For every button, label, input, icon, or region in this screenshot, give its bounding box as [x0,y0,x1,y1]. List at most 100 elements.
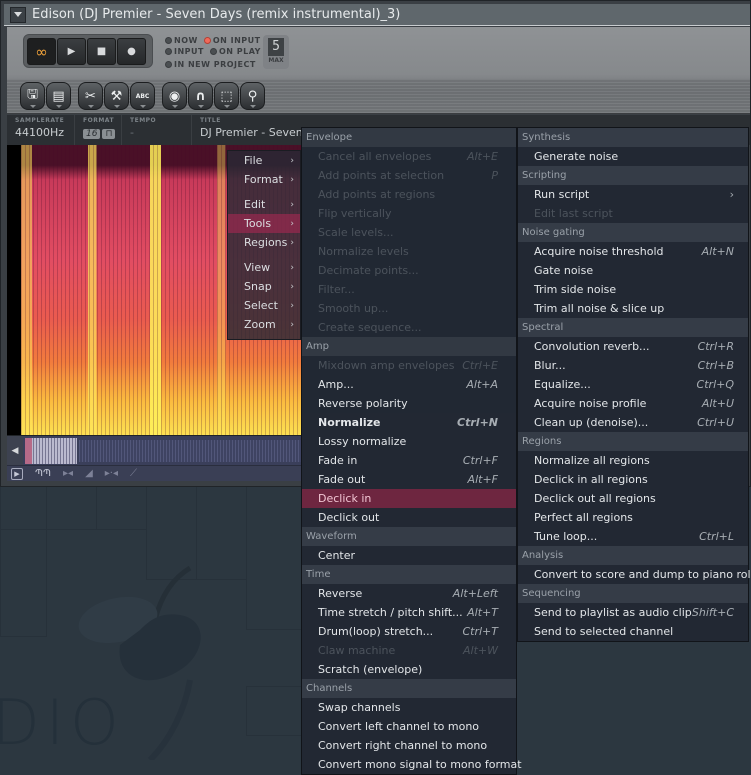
menu-item-cancel-all-envelopes: Cancel all envelopes Alt+E [302,147,516,166]
menu-item-label: Convert to score and dump to piano roll [534,568,751,581]
save-button[interactable]: 🖫 [20,82,45,110]
menu-item-format[interactable]: Format › [228,170,300,189]
record-button[interactable]: ● [117,38,146,65]
menu-item-edit[interactable]: Edit › [228,195,300,214]
menu-item-label: Equalize... [534,378,591,391]
menu-item-label: Create sequence... [318,321,422,334]
menu-item-run-script[interactable]: Run script › [518,185,748,204]
menu-item-normalize[interactable]: Normalize Ctrl+N [302,413,516,432]
max-recordings-control[interactable]: 5 MAX [263,35,289,69]
samplerate-label: SAMPLERATE [15,117,65,124]
menu-item-select[interactable]: Select › [228,296,300,315]
file-button[interactable]: ▤ [46,82,71,110]
menu-item-tune-loop[interactable]: Tune loop... Ctrl+L [518,527,748,546]
menu-item-scratch-envelope[interactable]: Scratch (envelope) [302,660,516,679]
zoom-button[interactable]: ⚲ [240,82,265,110]
marker-abc-icon: ABC [135,92,150,100]
menu-item-fade-out[interactable]: Fade out Alt+F [302,470,516,489]
menu-item-convert-to-score-and-dump-to-piano-roll[interactable]: Convert to score and dump to piano roll [518,565,751,584]
menu-item-shortcut: Ctrl+N [457,416,498,429]
menu-item-convert-mono-signal-to-mono-format[interactable]: Convert mono signal to mono format [302,755,522,774]
format-channels-icon[interactable]: ⊓ [102,129,116,139]
menu-item-gate-noise[interactable]: Gate noise [518,261,748,280]
ramp-icon[interactable]: ◢ [85,468,93,479]
play-button[interactable]: ▶ [57,38,86,65]
fl-studio-logo-text: DIO [0,686,125,759]
menu-item-label: Smooth up... [318,302,389,315]
menu-item-create-sequence: Create sequence... [302,318,516,337]
menu-item-convolution-reverb[interactable]: Convolution reverb... Ctrl+R [518,337,748,356]
menu-item-declick-in[interactable]: Declick in [302,489,516,508]
menu-item-label: Normalize levels [318,245,409,258]
menu-item-acquire-noise-threshold[interactable]: Acquire noise threshold Alt+N [518,242,748,261]
window-titlebar[interactable]: Edison (DJ Premier - Seven Days (remix i… [4,4,750,26]
tools-button[interactable]: ⚒ [104,82,129,110]
stop-button[interactable]: ■ [87,38,116,65]
menu-item-amp[interactable]: Amp... Alt+A [302,375,516,394]
menu-item-blur[interactable]: Blur... Ctrl+B [518,356,748,375]
crossfade-icon[interactable]: ▸·◂ [105,468,118,479]
menu-item-file[interactable]: File › [228,151,300,170]
menu-item-declick-in-all-regions[interactable]: Declick in all regions [518,470,748,489]
menu-item-reverse-polarity[interactable]: Reverse polarity [302,394,516,413]
record-in-new-project-option[interactable]: IN NEW PROJECT [165,60,256,69]
trim-icon[interactable]: ▸◂ [63,468,73,479]
menu-item-perfect-all-regions[interactable]: Perfect all regions [518,508,748,527]
section-header-analysis: Analysis [518,546,748,565]
menu-item-label: Add points at regions [318,188,436,201]
record-on-input-option[interactable]: ON INPUT [203,36,261,45]
menu-item-shortcut: Ctrl+B [697,359,734,372]
snap-button[interactable]: ∩ [188,82,213,110]
menu-item-send-to-playlist-as-audio-clip[interactable]: Send to playlist as audio clip Shift+C [518,603,748,622]
menu-item-time-stretch-pitch-shift[interactable]: Time stretch / pitch shift... Alt+T [302,603,516,622]
edison-toolbar: 🖫 ▤ ✂ ⚒ ABC ◉ ∩ ⬚ ⚲ [20,82,266,110]
menu-item-label: Acquire noise profile [534,397,647,410]
menu-item-generate-noise[interactable]: Generate noise [518,147,748,166]
menu-item-drum-loop-stretch[interactable]: Drum(loop) stretch... Ctrl+T [302,622,516,641]
tempo-value[interactable]: - [130,126,183,139]
loop-button[interactable]: ∞ [27,38,56,65]
menu-item-zoom[interactable]: Zoom › [228,315,300,334]
menu-item-label: Fade in [318,454,358,467]
menu-item-clean-up-denoise[interactable]: Clean up (denoise)... Ctrl+U [518,413,748,432]
waveform-icon[interactable]: ՊՊ [35,468,51,479]
regions-button[interactable]: ABC [130,82,155,110]
menu-item-normalize-all-regions[interactable]: Normalize all regions [518,451,748,470]
record-now-option[interactable]: NOW [165,36,198,45]
samplerate-value[interactable]: 44100Hz [15,126,66,139]
menu-item-lossy-normalize[interactable]: Lossy normalize [302,432,516,451]
menu-item-convert-right-channel-to-mono[interactable]: Convert right channel to mono [302,736,516,755]
menu-item-regions[interactable]: Regions › [228,233,300,252]
play-icon[interactable]: ▶ [11,467,23,480]
menu-item-fade-in[interactable]: Fade in Ctrl+F [302,451,516,470]
menu-item-convert-left-channel-to-mono[interactable]: Convert left channel to mono [302,717,516,736]
record-on-play-option[interactable]: ON PLAY [210,47,261,56]
select-button[interactable]: ⬚ [214,82,239,110]
scroll-left-button[interactable]: ◀ [7,436,23,466]
menu-item-swap-channels[interactable]: Swap channels [302,698,516,717]
menu-item-center[interactable]: Center [302,546,516,565]
menu-item-trim-all-noise-slice-up[interactable]: Trim all noise & slice up [518,299,748,318]
menu-item-declick-out-all-regions[interactable]: Declick out all regions [518,489,748,508]
record-input-option[interactable]: INPUT [165,47,204,56]
edit-button[interactable]: ✂ [78,82,103,110]
led-on-icon [203,36,211,44]
menu-item-shortcut: Shift+C [691,606,734,619]
menu-item-trim-side-noise[interactable]: Trim side noise [518,280,748,299]
waveform-overview[interactable]: ◀ [7,435,301,466]
envelope-line-icon[interactable]: ⟋ [130,468,137,479]
view-button[interactable]: ◉ [162,82,187,110]
menu-item-declick-out[interactable]: Declick out [302,508,516,527]
format-bits[interactable]: 16 [83,129,101,139]
menu-item-equalize[interactable]: Equalize... Ctrl+Q [518,375,748,394]
overview-selection[interactable] [25,438,77,464]
menu-item-send-to-selected-channel[interactable]: Send to selected channel [518,622,748,641]
menu-item-tools[interactable]: Tools › [228,214,300,233]
menu-item-acquire-noise-profile[interactable]: Acquire noise profile Alt+U [518,394,748,413]
menu-item-view[interactable]: View › [228,258,300,277]
section-header-waveform: Waveform [302,527,516,546]
menu-item-reverse[interactable]: Reverse Alt+Left [302,584,516,603]
menu-item-snap[interactable]: Snap › [228,277,300,296]
window-menu-button[interactable] [10,6,26,23]
menu-item-edit-last-script: Edit last script [518,204,748,223]
